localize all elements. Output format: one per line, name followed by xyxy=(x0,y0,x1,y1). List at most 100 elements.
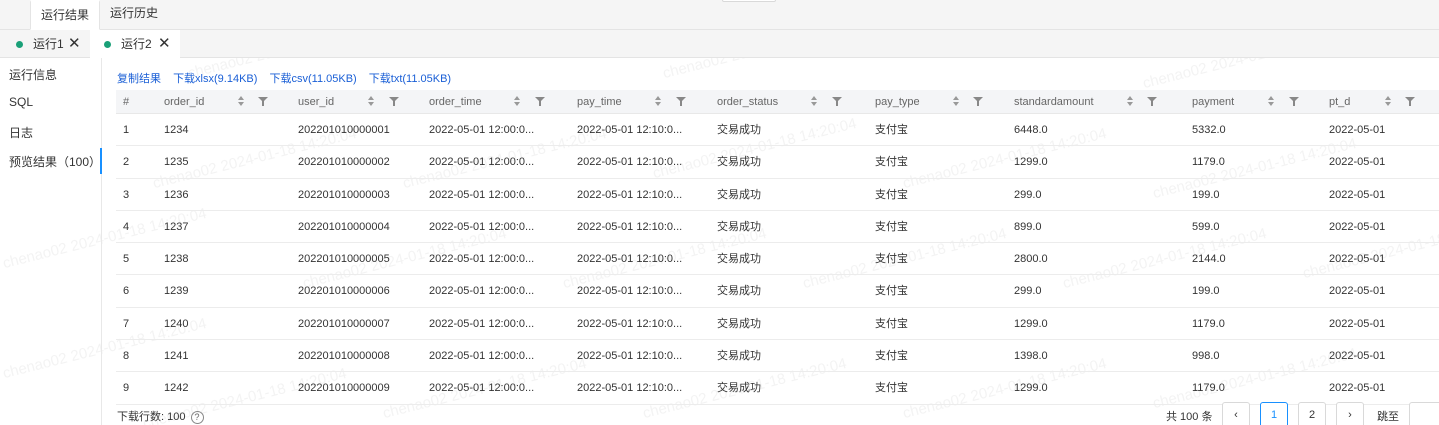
sort-icon[interactable] xyxy=(811,96,818,108)
cell-user-id: 202201010000008 xyxy=(298,350,390,363)
table-row[interactable]: 4 1237 202201010000004 2022-05-01 12:00:0..… xyxy=(116,211,1439,244)
table-row[interactable]: 7 1240 202201010000007 2022-05-01 12:00:0..… xyxy=(116,308,1439,341)
filter-icon[interactable] xyxy=(973,97,983,107)
header-col-pay-type: pay_type xyxy=(875,96,920,108)
sort-icon[interactable] xyxy=(514,96,521,108)
cell-payment: 199.0 xyxy=(1192,188,1220,201)
cell-pay-type: 支付宝 xyxy=(875,188,908,201)
cell-user-id: 202201010000001 xyxy=(298,124,390,136)
pager-page-2[interactable]: 2 xyxy=(1298,402,1326,425)
filter-icon[interactable] xyxy=(1147,97,1157,107)
cell-order-status: 交易成功 xyxy=(717,382,761,395)
cell-pay-type: 支付宝 xyxy=(875,285,908,298)
close-icon[interactable]: ✕ xyxy=(68,30,81,58)
filter-icon[interactable] xyxy=(1405,97,1415,107)
close-icon[interactable]: ✕ xyxy=(158,30,171,58)
cell-payment: 5332.0 xyxy=(1192,124,1226,136)
cell-pay-time: 2022-05-01 12:10:0... xyxy=(577,382,683,395)
filter-icon[interactable] xyxy=(258,97,268,107)
cell-standardamount: 899.0 xyxy=(1014,220,1042,233)
result-actions: 复制结果 下载xlsx(9.14KB) 下载csv(11.05KB) 下载txt… xyxy=(117,70,460,86)
sort-icon[interactable] xyxy=(238,96,245,108)
tab-run-history[interactable]: 运行历史 xyxy=(100,0,168,30)
sort-icon[interactable] xyxy=(368,96,375,108)
cell-payment: 2144.0 xyxy=(1192,253,1226,266)
header-col-index: # xyxy=(123,96,130,108)
cell-order-time: 2022-05-01 12:00:0... xyxy=(429,350,535,363)
run-tab-label: 运行2 xyxy=(121,37,152,51)
header-col-standardamount: standardamount xyxy=(1014,96,1094,108)
sort-icon[interactable] xyxy=(1385,96,1392,108)
cell-order-status: 交易成功 xyxy=(717,188,761,201)
table-row[interactable]: 1 1234 202201010000001 2022-05-01 12:00:0..… xyxy=(116,114,1439,147)
pager-jump-input[interactable] xyxy=(1409,402,1439,425)
download-xlsx-link[interactable]: 下载xlsx(9.14KB) xyxy=(173,73,257,85)
run-tab-1[interactable]: 运行1 ✕ xyxy=(0,30,90,58)
cell-order-status: 交易成功 xyxy=(717,350,761,363)
run-tab-2[interactable]: 运行2 ✕ xyxy=(90,30,180,59)
cell-order-status: 交易成功 xyxy=(717,285,761,298)
table-row[interactable]: 6 1239 202201010000006 2022-05-01 12:00:0..… xyxy=(116,275,1439,308)
sort-icon[interactable] xyxy=(655,96,662,108)
sort-icon[interactable] xyxy=(1127,96,1134,108)
cell-user-id: 202201010000009 xyxy=(298,382,390,395)
pager-prev-button[interactable]: ‹ xyxy=(1222,402,1250,425)
cell-payment: 998.0 xyxy=(1192,350,1220,363)
cell-order-time: 2022-05-01 12:00:0... xyxy=(429,188,535,201)
help-icon[interactable]: ? xyxy=(190,411,204,424)
header-col-order-time: order_time xyxy=(429,96,482,108)
table-row[interactable]: 3 1236 202201010000003 2022-05-01 12:00:0..… xyxy=(116,179,1439,211)
pager-next-button[interactable]: › xyxy=(1336,402,1364,425)
table-row[interactable]: 8 1241 202201010000008 2022-05-01 12:00:0..… xyxy=(116,340,1439,373)
cell-user-id: 202201010000003 xyxy=(298,188,390,201)
cell-standardamount: 6448.0 xyxy=(1014,124,1048,136)
cell-payment: 1179.0 xyxy=(1192,382,1225,395)
header-col-order-id: order_id xyxy=(164,96,205,108)
cell-index: 7 xyxy=(123,317,130,330)
filter-icon[interactable] xyxy=(832,97,842,107)
cell-pay-time: 2022-05-01 12:10:0... xyxy=(577,350,683,363)
cell-order-status: 交易成功 xyxy=(717,156,761,169)
nav-preview-result[interactable]: 预览结果（100） xyxy=(9,153,101,170)
cell-standardamount: 2800.0 xyxy=(1014,253,1048,266)
cell-user-id: 202201010000002 xyxy=(298,156,390,169)
cell-order-status: 交易成功 xyxy=(717,124,761,136)
cell-index: 2 xyxy=(123,156,130,169)
sort-icon[interactable] xyxy=(1268,96,1275,108)
table-row[interactable]: 9 1242 202201010000009 2022-05-01 12:00:0..… xyxy=(116,372,1439,405)
filter-icon[interactable] xyxy=(676,97,686,107)
table-row[interactable]: 5 1238 202201010000005 2022-05-01 12:00:0..… xyxy=(116,243,1439,276)
download-csv-link[interactable]: 下载csv(11.05KB) xyxy=(269,73,356,85)
cell-payment: 599.0 xyxy=(1192,220,1220,233)
tab-run-result[interactable]: 运行结果 xyxy=(30,0,101,30)
sort-icon[interactable] xyxy=(953,96,960,108)
cell-pay-type: 支付宝 xyxy=(875,253,908,266)
cell-pay-type: 支付宝 xyxy=(875,382,908,395)
cell-index: 9 xyxy=(123,382,130,395)
nav-run-info[interactable]: 运行信息 xyxy=(9,66,57,83)
cell-index: 8 xyxy=(123,350,130,363)
cell-order-id: 1240 xyxy=(164,317,189,330)
filter-icon[interactable] xyxy=(389,97,399,107)
cell-order-id: 1237 xyxy=(164,220,189,233)
panel-resize-handle[interactable] xyxy=(722,0,776,2)
pager-page-1[interactable]: 1 xyxy=(1260,402,1288,425)
cell-order-id: 1242 xyxy=(164,382,189,395)
copy-result-link[interactable]: 复制结果 xyxy=(117,73,161,85)
table-header: # order_id user_id order_time pay_time order_… xyxy=(116,90,1439,114)
cell-standardamount: 1398.0 xyxy=(1014,350,1048,363)
table-row[interactable]: 2 1235 202201010000002 2022-05-01 12:00:0..… xyxy=(116,146,1439,179)
cell-order-time: 2022-05-01 12:00:0... xyxy=(429,285,535,298)
cell-pay-type: 支付宝 xyxy=(875,124,908,136)
download-txt-link[interactable]: 下载txt(11.05KB) xyxy=(369,73,451,85)
filter-icon[interactable] xyxy=(1289,97,1299,107)
nav-log[interactable]: 日志 xyxy=(9,124,33,141)
download-rows-label: 下载行数: xyxy=(117,411,165,423)
cell-order-id: 1236 xyxy=(164,188,189,201)
cell-order-id: 1235 xyxy=(164,156,189,169)
nav-sql[interactable]: SQL xyxy=(9,95,33,109)
filter-icon[interactable] xyxy=(535,97,545,107)
cell-pt-d: 2022-05-01 xyxy=(1329,285,1386,298)
header-col-user-id: user_id xyxy=(298,96,335,108)
cell-pt-d: 2022-05-01 xyxy=(1329,156,1386,169)
